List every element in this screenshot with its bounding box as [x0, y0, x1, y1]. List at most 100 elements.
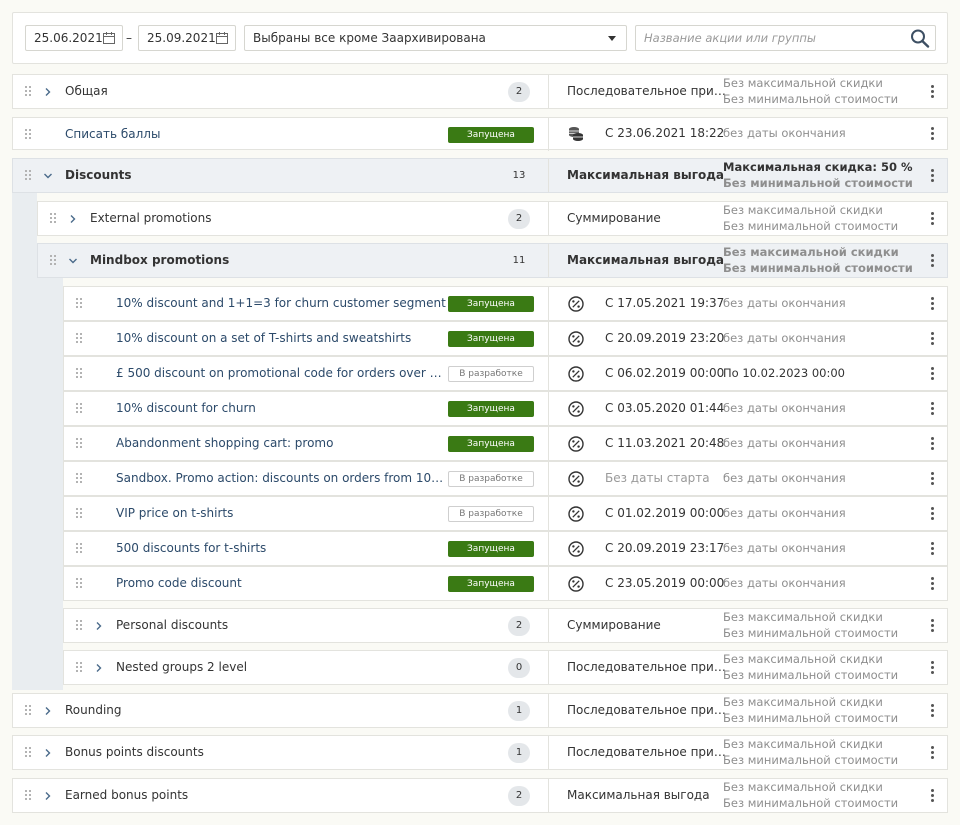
drag-handle-icon[interactable] [25, 747, 33, 759]
more-menu-icon[interactable] [931, 401, 935, 417]
drag-handle-icon[interactable] [50, 255, 58, 267]
action-name[interactable]: 10% discount for churn [116, 401, 256, 415]
drag-handle-icon[interactable] [76, 403, 84, 415]
drag-handle-icon[interactable] [25, 170, 33, 182]
more-menu-icon[interactable] [931, 126, 935, 142]
column-divider [548, 202, 549, 235]
action-row[interactable]: 500 discounts for t-shirts Запущена С 20.0… [63, 531, 948, 566]
action-name[interactable]: VIP price on t-shirts [116, 506, 233, 520]
action-row[interactable]: 10% discount and 1+1=3 for churn custome… [63, 286, 948, 321]
action-row[interactable]: Promo code discount Запущена С 23.05.2019 … [63, 566, 948, 601]
column-divider [548, 779, 549, 812]
more-menu-icon[interactable] [931, 366, 935, 382]
action-name[interactable]: 10% discount on a set of T-shirts and sw… [116, 331, 411, 345]
drag-handle-icon[interactable] [76, 473, 84, 485]
calendar-icon[interactable] [102, 31, 116, 45]
chevron-down-icon[interactable] [43, 171, 53, 181]
group-row[interactable]: Bonus points discounts 1 Последовательное … [12, 735, 948, 770]
drag-handle-icon[interactable] [76, 368, 84, 380]
group-row[interactable]: Rounding 1 Последовательное применениеБез … [12, 693, 948, 728]
group-row[interactable]: Nested groups 2 level 0 Последовательное п… [63, 650, 948, 685]
more-menu-icon[interactable] [931, 506, 935, 522]
max-discount-limit: Без максимальной скидки [723, 780, 883, 794]
action-name[interactable]: 10% discount and 1+1=3 for churn custome… [116, 296, 446, 310]
more-menu-icon[interactable] [931, 541, 935, 557]
filter-bar: 25.06.2021 – 25.09.2021 Выбраны все кром… [12, 12, 948, 64]
drag-handle-icon[interactable] [76, 662, 84, 674]
more-menu-icon[interactable] [931, 84, 935, 100]
more-menu-icon[interactable] [931, 660, 935, 676]
chevron-right-icon[interactable] [43, 87, 53, 97]
action-row[interactable]: Abandonment shopping cart: promo Запущена… [63, 426, 948, 461]
more-menu-icon[interactable] [931, 211, 935, 227]
chevron-down-icon[interactable] [68, 256, 78, 266]
search-input[interactable] [636, 26, 896, 50]
date-from-input[interactable]: 25.06.2021 [25, 25, 123, 51]
more-menu-icon[interactable] [931, 331, 935, 347]
more-menu-icon[interactable] [931, 296, 935, 312]
discount-icon [568, 471, 584, 487]
drag-handle-icon[interactable] [50, 213, 58, 225]
more-menu-icon[interactable] [931, 576, 935, 592]
status-badge: В разработке [448, 506, 534, 522]
group-row[interactable]: Общая 2 Последовательное применениеБез мак… [12, 74, 948, 109]
drag-handle-icon[interactable] [25, 86, 33, 98]
drag-handle-icon[interactable] [76, 578, 84, 590]
discount-icon [568, 576, 584, 592]
drag-handle-icon[interactable] [25, 705, 33, 717]
drag-handle-icon[interactable] [76, 333, 84, 345]
drag-handle-icon[interactable] [25, 790, 33, 802]
drag-handle-icon[interactable] [76, 620, 84, 632]
end-date: без даты окончания [723, 401, 846, 415]
action-name[interactable]: Abandonment shopping cart: promo [116, 436, 333, 450]
chevron-right-icon[interactable] [94, 621, 104, 631]
drag-handle-icon[interactable] [76, 298, 84, 310]
drag-handle-icon[interactable] [25, 129, 33, 141]
calendar-icon[interactable] [215, 31, 229, 45]
chevron-right-icon[interactable] [43, 706, 53, 716]
group-row[interactable]: Earned bonus points 2 Максимальная выгода Б… [12, 778, 948, 813]
max-discount-limit: Максимальная скидка: 50 % [723, 160, 913, 174]
chevron-right-icon[interactable] [43, 748, 53, 758]
drag-handle-icon[interactable] [76, 543, 84, 555]
discount-icon [568, 331, 584, 347]
more-menu-icon[interactable] [931, 253, 935, 269]
group-row[interactable]: Mindbox promotions 11 Максимальная выгода Б… [37, 243, 948, 278]
action-row[interactable]: 10% discount for churn Запущена С 03.05.20… [63, 391, 948, 426]
drag-handle-icon[interactable] [76, 508, 84, 520]
more-menu-icon[interactable] [931, 703, 935, 719]
group-row[interactable]: External promotions 2 Суммирование Без макс… [37, 201, 948, 236]
date-from-value: 25.06.2021 [34, 31, 103, 45]
more-menu-icon[interactable] [931, 168, 935, 184]
search-icon[interactable] [909, 28, 931, 48]
group-row[interactable]: Personal discounts 2 Суммирование Без макси… [63, 608, 948, 643]
more-menu-icon[interactable] [931, 788, 935, 804]
status-filter-value: Выбраны все кроме Заархивирована [253, 31, 486, 45]
chevron-right-icon[interactable] [68, 214, 78, 224]
action-name[interactable]: Promo code discount [116, 576, 242, 590]
more-menu-icon[interactable] [931, 471, 935, 487]
action-name[interactable]: £ 500 discount on promotional code for o… [116, 366, 448, 380]
drag-handle-icon[interactable] [76, 438, 84, 450]
more-menu-icon[interactable] [931, 745, 935, 761]
action-row[interactable]: Sandbox. Promo action: discounts on orde… [63, 461, 948, 496]
column-divider [548, 322, 549, 355]
action-row[interactable]: VIP price on t-shirts В разработке С 01.02… [63, 496, 948, 531]
more-menu-icon[interactable] [931, 436, 935, 452]
start-date: С 20.09.2019 23:17 [605, 541, 725, 555]
more-menu-icon[interactable] [931, 618, 935, 634]
action-name[interactable]: 500 discounts for t-shirts [116, 541, 266, 555]
action-row[interactable]: Списать баллы Запущена С 23.06.2021 18:22 б… [12, 117, 948, 151]
item-count-badge: 1 [508, 743, 530, 763]
application-mode: Максимальная выгода [567, 253, 725, 267]
action-row[interactable]: £ 500 discount on promotional code for o… [63, 356, 948, 391]
action-row[interactable]: 10% discount on a set of T-shirts and sw… [63, 321, 948, 356]
status-filter-select[interactable]: Выбраны все кроме Заархивирована [244, 25, 627, 51]
group-row[interactable]: Discounts 13 Максимальная выгода Максимальн… [12, 158, 948, 193]
action-name[interactable]: Sandbox. Promo action: discounts on orde… [116, 471, 448, 485]
chevron-right-icon[interactable] [43, 791, 53, 801]
date-to-input[interactable]: 25.09.2021 [138, 25, 236, 51]
chevron-right-icon[interactable] [94, 663, 104, 673]
search-field[interactable] [635, 25, 936, 51]
action-name[interactable]: Списать баллы [65, 127, 160, 141]
